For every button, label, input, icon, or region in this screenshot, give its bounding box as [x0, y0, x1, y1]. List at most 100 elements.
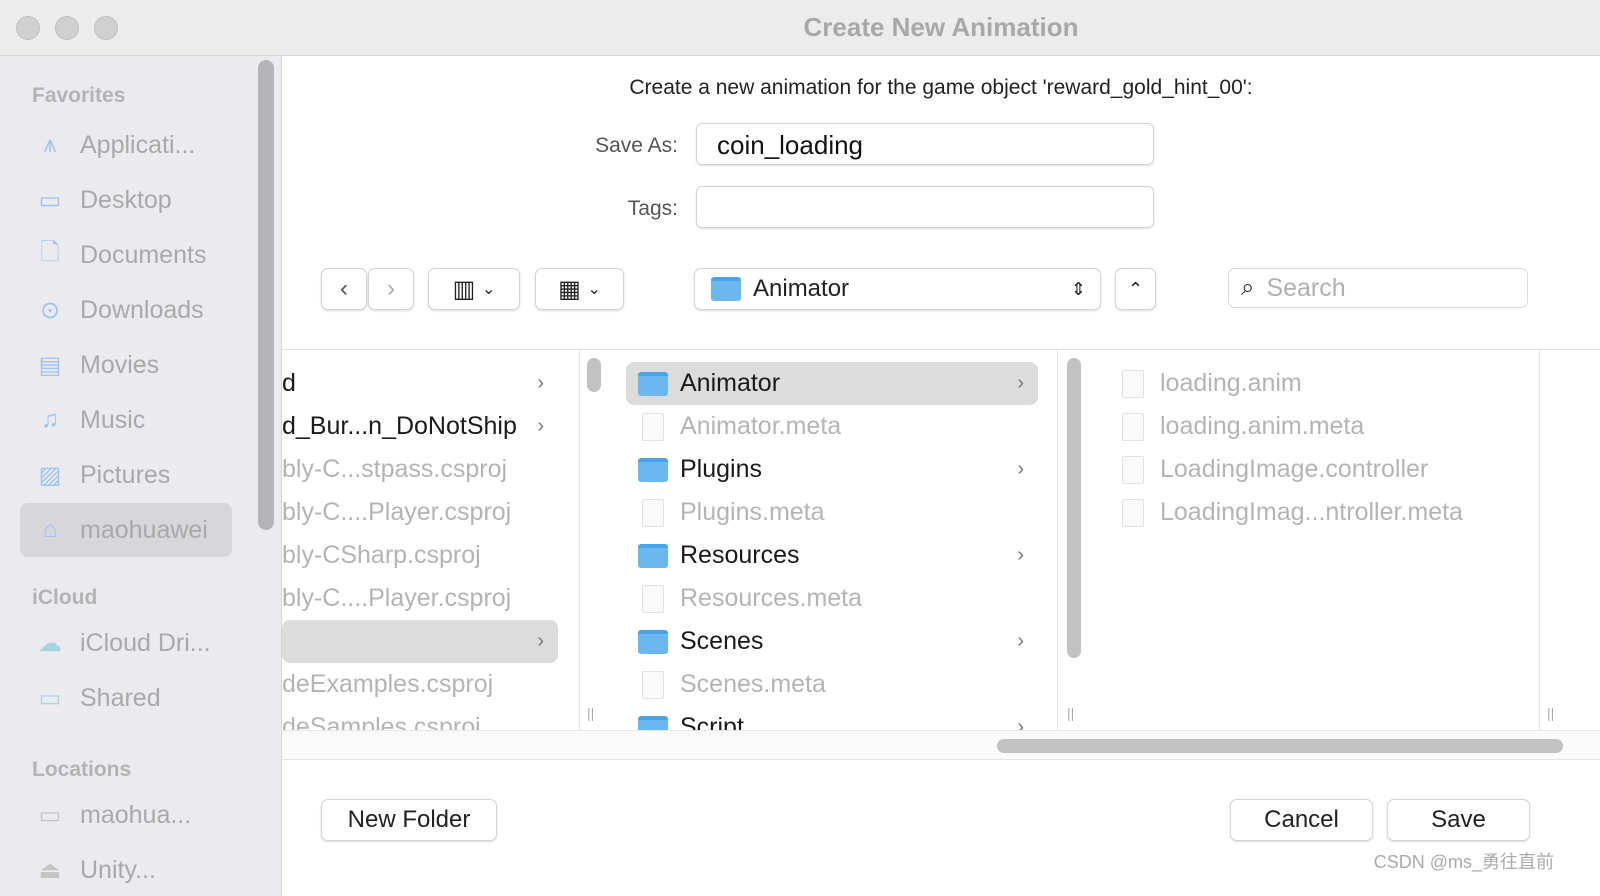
file-row[interactable]: bly-CSharp.csproj — [282, 534, 558, 577]
sidebar-item-label: Unity... — [80, 855, 156, 884]
sidebar-item[interactable]: ▭ maohua... — [20, 788, 232, 842]
sidebar-item[interactable]: ⏏ Unity... — [20, 843, 232, 896]
file-icon — [1122, 498, 1144, 527]
folder-icon — [711, 277, 741, 301]
file-icon — [1122, 369, 1144, 398]
photo-icon: ▨ — [38, 461, 62, 489]
column-resize-handle[interactable]: || — [1067, 705, 1074, 721]
expand-collapse-button[interactable]: ⌃ — [1115, 268, 1156, 310]
item-name: d — [282, 369, 296, 397]
folder-row[interactable]: Resources › — [626, 534, 1038, 577]
view-mode-button[interactable]: ▥ ⌄ — [428, 268, 520, 310]
back-button[interactable]: ‹ — [321, 268, 367, 310]
shared-folder-icon: ▭ — [38, 684, 62, 712]
save-as-input[interactable]: coin_loading — [696, 123, 1154, 165]
item-name: Resources.meta — [680, 584, 863, 612]
sidebar-item-label: Downloads — [80, 295, 204, 324]
forward-button[interactable]: › — [368, 268, 414, 310]
sidebar-scrollbar[interactable] — [258, 60, 274, 530]
file-row[interactable]: Plugins.meta — [626, 491, 1038, 534]
file-row[interactable]: bly-C....Player.csproj — [282, 491, 558, 534]
column-resize-handle[interactable]: || — [1547, 705, 1554, 721]
folder-row[interactable]: › — [282, 620, 558, 663]
sidebar-item-label: maohuawei — [80, 515, 208, 544]
file-icon — [642, 498, 664, 527]
search-field[interactable]: ⌕ Search — [1228, 268, 1528, 308]
tags-label: Tags: — [627, 197, 678, 220]
item-name: deExamples.csproj — [282, 670, 494, 698]
column-3: loading.anim loading.anim.meta LoadingImag… — [1088, 350, 1540, 730]
column-1: d › d_Bur...n_DoNotShip › bly-C...stpass.csp… — [282, 350, 580, 730]
file-row[interactable]: loading.anim.meta — [1106, 405, 1518, 448]
laptop-icon: ▭ — [38, 801, 62, 829]
sidebar-item[interactable]: ♫ Music — [20, 393, 232, 447]
chevron-right-icon: › — [1017, 630, 1024, 652]
file-row[interactable]: deExamples.csproj — [282, 663, 558, 706]
close-window-button[interactable] — [16, 16, 40, 40]
tags-input[interactable] — [696, 186, 1154, 228]
chevron-right-icon: › — [387, 275, 395, 302]
cloud-icon: ☁ — [38, 629, 62, 657]
item-name: Animator — [680, 369, 781, 397]
desktop-icon: ▭ — [38, 186, 62, 214]
chevron-right-icon: › — [537, 372, 544, 394]
file-icon — [642, 670, 664, 699]
file-row[interactable]: Scenes.meta — [626, 663, 1038, 706]
file-row[interactable]: Resources.meta — [626, 577, 1038, 620]
chevron-up-icon: ⌃ — [1127, 278, 1144, 299]
folder-row[interactable]: Scenes › — [626, 620, 1038, 663]
sidebar-item-label: maohua... — [80, 800, 192, 829]
item-name: deSamples.csproj — [282, 713, 481, 730]
chevron-right-icon: › — [537, 415, 544, 437]
item-name: d_Bur...n_DoNotShip — [282, 412, 517, 440]
folder-row[interactable]: d › — [282, 362, 558, 405]
file-row[interactable]: LoadingImage.controller — [1106, 448, 1518, 491]
item-name: bly-C....Player.csproj — [282, 498, 512, 526]
new-folder-button[interactable]: New Folder — [321, 799, 497, 841]
chevron-right-icon: › — [1017, 544, 1024, 566]
sidebar-item[interactable]: ⌂ maohuawei — [20, 503, 232, 557]
folder-row[interactable]: Plugins › — [626, 448, 1038, 491]
file-row[interactable]: deSamples.csproj — [282, 706, 558, 730]
chevron-down-icon: ⌄ — [587, 281, 601, 298]
sidebar-item[interactable]: ⊙ Downloads — [20, 283, 232, 337]
file-row[interactable]: LoadingImag...ntroller.meta — [1106, 491, 1518, 534]
chevron-right-icon: › — [1017, 716, 1024, 730]
columns-view-icon: ▥ — [452, 275, 476, 303]
file-row[interactable]: Animator.meta — [626, 405, 1038, 448]
column-1-scrollbar[interactable] — [587, 358, 601, 392]
folder-row[interactable]: Script › — [626, 706, 1038, 730]
chevron-left-icon: ‹ — [340, 275, 348, 302]
folder-row[interactable]: Animator › — [626, 362, 1038, 405]
document-icon: 🗋 — [40, 238, 60, 266]
horizontal-scrollbar[interactable] — [997, 739, 1563, 753]
item-name: bly-C...stpass.csproj — [282, 455, 508, 483]
cancel-button[interactable]: Cancel — [1230, 799, 1373, 841]
sidebar-item[interactable]: ▨ Pictures — [20, 448, 232, 502]
sidebar-item[interactable]: ▭ Desktop — [20, 173, 232, 227]
sidebar-item-label: Desktop — [80, 185, 172, 214]
sidebar-item[interactable]: ☁ iCloud Dri... — [20, 616, 232, 670]
sidebar-item[interactable]: ▭ Shared — [20, 671, 232, 725]
music-note-icon: ♫ — [41, 406, 59, 433]
column-resize-handle[interactable]: || — [587, 705, 594, 721]
home-icon: ⌂ — [42, 516, 58, 543]
sidebar-item-label: Pictures — [80, 460, 171, 489]
minimize-window-button[interactable] — [55, 16, 79, 40]
sidebar-item-label: Shared — [80, 683, 161, 712]
save-button[interactable]: Save — [1387, 799, 1530, 841]
sidebar-item[interactable]: ⩚ Applicati... — [20, 118, 232, 172]
location-popup[interactable]: Animator ⇕ — [694, 268, 1101, 310]
file-row[interactable]: loading.anim — [1106, 362, 1518, 405]
sidebar-item[interactable]: 🗋 Documents — [20, 228, 232, 282]
window-title: Create New Animation — [803, 12, 1079, 42]
file-row[interactable]: bly-C....Player.csproj — [282, 577, 558, 620]
item-name: LoadingImag...ntroller.meta — [1160, 498, 1463, 526]
sidebar-item[interactable]: ▤ Movies — [20, 338, 232, 392]
item-name: Animator.meta — [680, 412, 842, 440]
group-button[interactable]: ▦ ⌄ — [535, 268, 624, 310]
file-row[interactable]: bly-C...stpass.csproj — [282, 448, 558, 491]
folder-row[interactable]: d_Bur...n_DoNotShip › — [282, 405, 558, 448]
column-2-scrollbar[interactable] — [1067, 358, 1081, 658]
zoom-window-button[interactable] — [94, 16, 118, 40]
